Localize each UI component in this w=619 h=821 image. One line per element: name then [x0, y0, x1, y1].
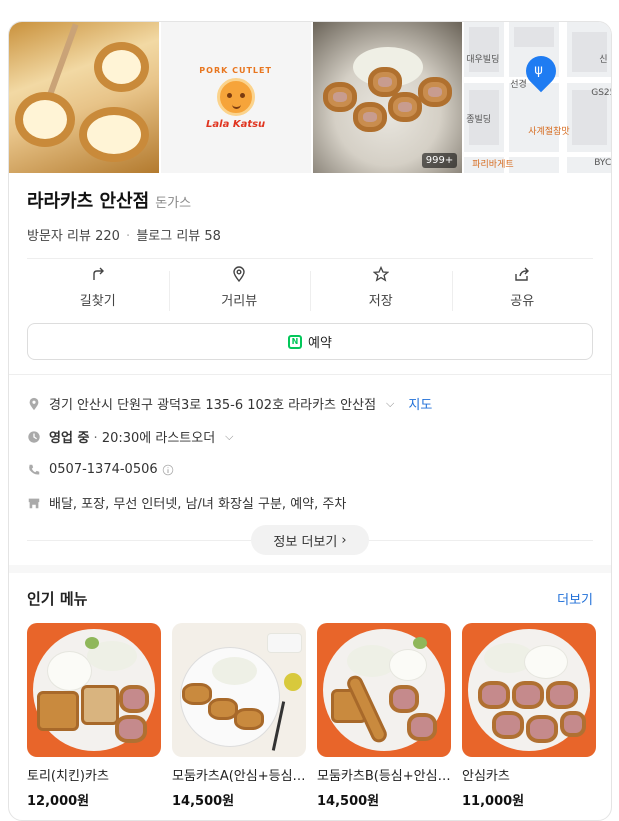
blog-review-link[interactable]: 블로그 리뷰 58 [136, 229, 221, 244]
address-row: 경기 안산시 단원구 광덕3로 135-6 102호 라라카츠 안산점 ⌵ 지도 [27, 387, 593, 420]
phone-icon [29, 464, 40, 474]
review-counts: 방문자 리뷰 220 · 블로그 리뷰 58 [27, 229, 221, 244]
directions-label: 길찾기 [79, 293, 116, 309]
menu-name: 안심카츠 [462, 769, 510, 784]
chevron-down-icon[interactable]: ⌵ [225, 430, 233, 444]
address-text: 경기 안산시 단원구 광덕3로 135-6 102호 라라카츠 안산점 [49, 398, 377, 413]
amenities-row: 배달, 포장, 무선 인터넷, 남/녀 화장실 구분, 예약, 주차 [27, 486, 593, 519]
save-label: 저장 [368, 293, 393, 309]
menu-image [172, 623, 306, 757]
place-info: 라라카츠 안산점 돈가스 방문자 리뷰 220 · 블로그 리뷰 58 길찾기 … [9, 173, 611, 375]
fork-knife-icon: ψ [534, 63, 543, 78]
place-category: 돈가스 [155, 196, 192, 211]
naver-booking-icon: N [288, 334, 303, 349]
map-label: 신 [599, 55, 608, 65]
share-label: 공유 [510, 293, 535, 309]
map-label: 종빌딩 [466, 115, 492, 125]
menu-price: 14,500원 [317, 794, 380, 809]
star-icon [372, 265, 389, 282]
reserve-button[interactable]: N 예약 [27, 323, 593, 360]
place-details: 경기 안산시 단원구 광덕3로 135-6 102호 라라카츠 안산점 ⌵ 지도… [9, 375, 611, 565]
phone-row: 0507-1374-0506 [27, 453, 593, 486]
open-status: 영업 중 [49, 431, 90, 446]
streetview-button[interactable]: 거리뷰 [168, 259, 311, 315]
amenities-text: 배달, 포장, 무선 인터넷, 남/녀 화장실 구분, 예약, 주차 [49, 497, 347, 512]
map-label: 사계절참맛 [528, 127, 570, 137]
menu-price: 12,000원 [27, 794, 90, 809]
more-info-label: 정보 더보기 [273, 534, 338, 550]
menu-price: 11,000원 [462, 794, 525, 809]
logo-text-top: PORK CUTLET [199, 65, 272, 75]
action-bar: 길찾기 거리뷰 저장 공유 [27, 259, 593, 315]
location-pin-icon [29, 397, 39, 410]
menu-price: 14,500원 [172, 794, 235, 809]
photo-cheese-cutlet[interactable] [9, 22, 159, 173]
phone-number[interactable]: 0507-1374-0506 [49, 462, 158, 477]
directions-icon [93, 267, 104, 280]
menu-more-link[interactable]: 더보기 [557, 589, 593, 608]
map-label: 선경 [510, 80, 527, 90]
menu-name: 모둠카츠B(등심+안심+새우) [317, 769, 451, 784]
reserve-label: 예약 [308, 336, 332, 351]
menu-image [27, 623, 161, 757]
menu-name: 토리(치킨)카츠 [27, 769, 109, 784]
info-icon[interactable] [162, 464, 174, 476]
menu-section-title: 인기 메뉴 [27, 589, 88, 608]
logo-mascot-icon [216, 77, 255, 116]
store-icon [28, 498, 40, 508]
hours-row[interactable]: 영업 중 · 20:30에 라스트오더 ⌵ [27, 420, 593, 453]
map-label: GS25 [591, 88, 611, 98]
last-order-text: 20:30에 라스트오더 [101, 431, 216, 446]
photo-strip: PORK CUTLET Lala Katsu 999+ 대우빌딩 선경 종빌딩 … [9, 22, 611, 173]
menu-item[interactable]: 토리(치킨)카츠 12,000원 [27, 623, 161, 809]
menu-item[interactable]: 안심카츠 11,000원 [462, 623, 596, 809]
photo-logo[interactable]: PORK CUTLET Lala Katsu [160, 22, 311, 173]
photo-cutlet-plate[interactable]: 999+ [312, 22, 463, 173]
menu-item[interactable]: 모둠카츠A(안심+등심+치즈) 14,500원 [172, 623, 306, 809]
more-info-button[interactable]: 정보 더보기 › [251, 525, 369, 555]
map-link[interactable]: 지도 [408, 394, 432, 413]
photo-count-badge: 999+ [421, 153, 458, 168]
share-button[interactable]: 공유 [451, 259, 594, 315]
save-button[interactable]: 저장 [310, 259, 452, 315]
menu-item[interactable]: 모둠카츠B(등심+안심+새우) 14,500원 [317, 623, 451, 809]
logo-text-bottom: Lala Katsu [206, 118, 266, 130]
place-card: PORK CUTLET Lala Katsu 999+ 대우빌딩 선경 종빌딩 … [8, 21, 612, 821]
chevron-down-icon[interactable]: ⌵ [386, 397, 394, 411]
menu-image [462, 623, 596, 757]
place-name[interactable]: 라라카츠 안산점 [27, 187, 149, 213]
directions-button[interactable]: 길찾기 [27, 259, 169, 315]
map-label: 대우빌딩 [466, 55, 500, 65]
map-label: 파리바게트 [472, 160, 514, 170]
share-icon [515, 267, 530, 281]
location-pin-icon [233, 265, 245, 282]
streetview-label: 거리뷰 [221, 293, 258, 309]
popular-menu-section: 인기 메뉴 더보기 토리(치킨)카츠 12,000원 모둠카츠A(안심+등심+ … [9, 565, 611, 809]
visitor-review-link[interactable]: 방문자 리뷰 220 [27, 229, 120, 244]
chevron-right-icon: › [341, 532, 347, 548]
mini-map[interactable]: 대우빌딩 선경 종빌딩 사계절참맛 파리바게트 신 GS25 BYC ψ [464, 22, 611, 173]
clock-icon [28, 430, 40, 443]
map-label: BYC [594, 158, 612, 168]
menu-image [317, 623, 451, 757]
menu-name: 모둠카츠A(안심+등심+치즈) [172, 769, 306, 784]
